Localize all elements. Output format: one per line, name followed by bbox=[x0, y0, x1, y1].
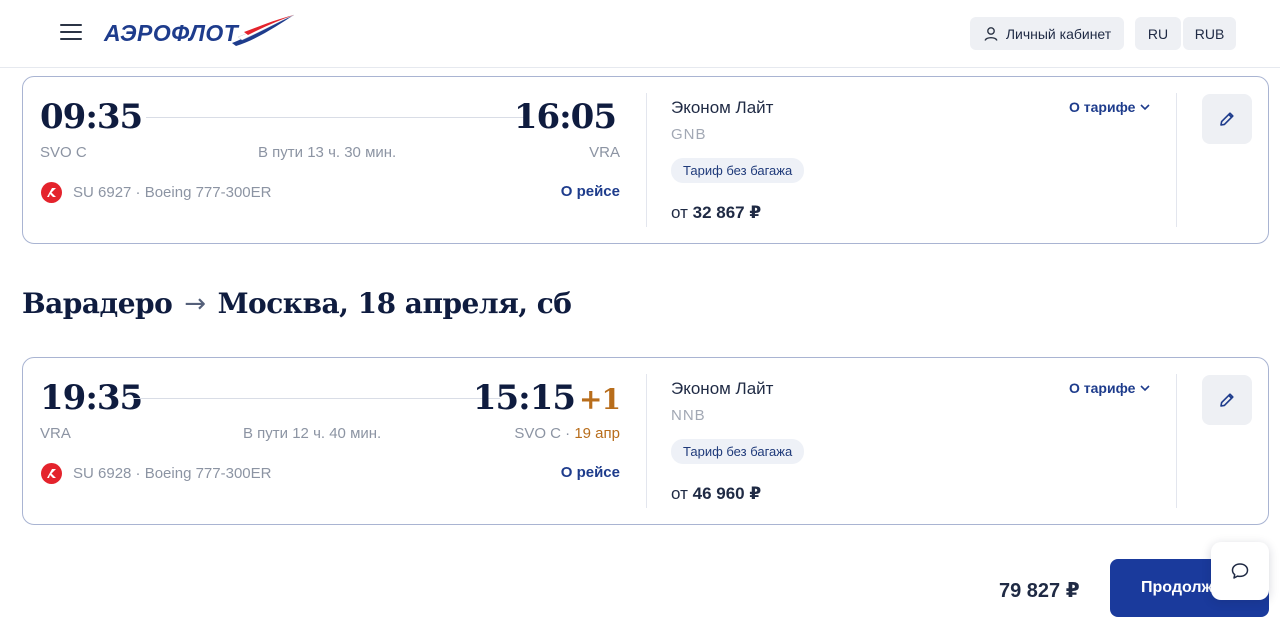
arrow-right-icon: → bbox=[184, 288, 206, 319]
language-button[interactable]: RU bbox=[1135, 17, 1181, 50]
arrival-date: 19 апр bbox=[574, 425, 620, 442]
arrival-airport-code: SVO C · bbox=[514, 425, 571, 442]
logo-text: АЭРОФЛОТ bbox=[104, 19, 239, 46]
arrival-time: 15:15 +1 bbox=[472, 378, 621, 418]
airline-logo-icon bbox=[41, 182, 62, 203]
about-flight-link[interactable]: О рейсе bbox=[561, 183, 620, 200]
arrival-airport: SVO C · 19 апр bbox=[514, 425, 620, 442]
return-section-title: Варадеро → Москва, 18 апреля, сб bbox=[22, 287, 572, 320]
pencil-icon bbox=[1220, 112, 1234, 126]
divider bbox=[646, 93, 647, 227]
route-line bbox=[133, 398, 500, 399]
price-value: 46 960 ₽ bbox=[692, 484, 762, 503]
flight-number: SU 6927 · Boeing 777-300ER bbox=[73, 184, 272, 201]
fare-badge: Тариф без багажа bbox=[671, 158, 805, 183]
airline-logo-icon bbox=[41, 463, 62, 484]
logo-wing-icon bbox=[232, 14, 295, 46]
chat-button[interactable] bbox=[1211, 542, 1269, 600]
fare-badge: Тариф без багажа bbox=[671, 439, 805, 464]
about-flight-link[interactable]: О рейсе bbox=[561, 464, 620, 481]
edit-button[interactable] bbox=[1202, 375, 1252, 425]
flight-card-outbound: 09:35 16:05 SVO C В пути 13 ч. 30 мин. V… bbox=[22, 76, 1269, 244]
total-price: 79 827 ₽ bbox=[999, 580, 1080, 602]
price-value: 32 867 ₽ bbox=[692, 203, 762, 222]
about-fare-label: О тарифе bbox=[1069, 380, 1136, 396]
top-header: АЭРОФЛОТ Личный кабинет RU RUB bbox=[0, 0, 1280, 68]
route-line bbox=[146, 117, 524, 118]
fare-code: GNB bbox=[671, 126, 707, 143]
about-fare-link[interactable]: О тарифе bbox=[1069, 380, 1151, 396]
arrival-airport: VRA bbox=[589, 144, 620, 161]
route-to: Москва, 18 апреля, сб bbox=[217, 287, 572, 320]
about-fare-link[interactable]: О тарифе bbox=[1069, 99, 1151, 115]
about-fare-label: О тарифе bbox=[1069, 99, 1136, 115]
fare-price: от 32 867 ₽ bbox=[671, 203, 761, 223]
personal-cabinet-button[interactable]: Личный кабинет bbox=[970, 17, 1124, 50]
pencil-icon bbox=[1220, 393, 1234, 407]
personal-cabinet-label: Личный кабинет bbox=[1005, 25, 1112, 42]
user-icon bbox=[984, 26, 998, 41]
aeroflot-logo[interactable]: АЭРОФЛОТ bbox=[104, 13, 298, 53]
arrival-time-value: 16:05 bbox=[513, 97, 617, 137]
flight-duration: В пути 12 ч. 40 мин. bbox=[243, 425, 382, 442]
chevron-down-icon bbox=[1140, 104, 1151, 111]
flight-number: SU 6928 · Boeing 777-300ER bbox=[73, 465, 272, 482]
chat-bubble-icon bbox=[1231, 563, 1249, 579]
route-from: Варадеро bbox=[22, 287, 173, 320]
departure-airport: VRA bbox=[40, 425, 71, 442]
fare-name: Эконом Лайт bbox=[671, 98, 774, 117]
fare-code: NNB bbox=[671, 407, 706, 424]
divider bbox=[1176, 374, 1177, 508]
flight-card-return: 19:35 15:15 +1 VRA В пути 12 ч. 40 мин. S… bbox=[22, 357, 1269, 525]
departure-time: 19:35 bbox=[40, 378, 143, 418]
flight-duration: В пути 13 ч. 30 мин. bbox=[258, 144, 397, 161]
arrival-airport-code: VRA bbox=[589, 144, 620, 161]
currency-button[interactable]: RUB bbox=[1183, 17, 1236, 50]
departure-time: 09:35 bbox=[40, 97, 143, 137]
divider bbox=[646, 374, 647, 508]
menu-icon[interactable] bbox=[60, 24, 82, 42]
edit-button[interactable] bbox=[1202, 94, 1252, 144]
arrival-time-value: 15:15 bbox=[472, 378, 576, 418]
price-prefix: от bbox=[671, 484, 688, 503]
next-day-indicator: +1 bbox=[579, 383, 621, 416]
price-prefix: от bbox=[671, 203, 688, 222]
arrival-time: 16:05 bbox=[514, 97, 620, 137]
departure-airport: SVO C bbox=[40, 144, 87, 161]
divider bbox=[1176, 93, 1177, 227]
fare-name: Эконом Лайт bbox=[671, 379, 774, 398]
fare-price: от 46 960 ₽ bbox=[671, 484, 761, 504]
chevron-down-icon bbox=[1140, 385, 1151, 392]
